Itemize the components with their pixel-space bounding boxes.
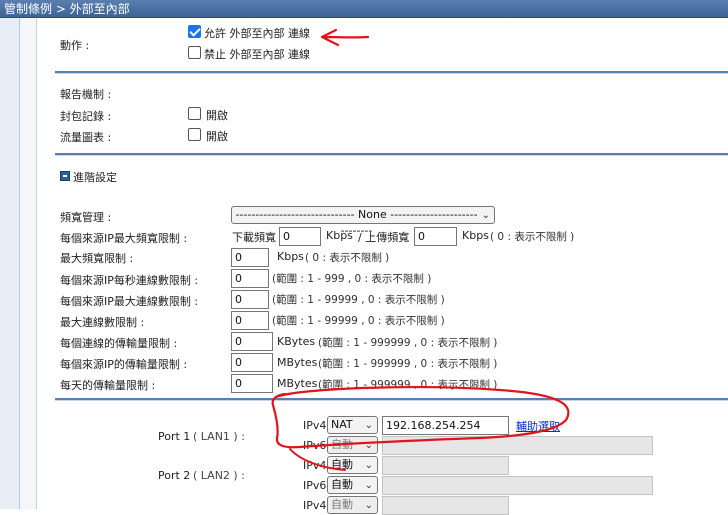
per-ip-transfer-input[interactable]: 0 [231,353,273,372]
per-ip-max-conn-label: 每個來源IP最大連線數限制 : [60,295,199,308]
chevron-down-icon: ⌄ [364,500,373,511]
upload-label: / 上傳頻寬 [358,231,410,244]
per-ip-transfer-unit: MBytes [277,356,318,369]
bandwidth-select[interactable]: ------------------------------ None ----… [231,206,495,237]
chevron-down-icon: ⌄ [364,440,373,451]
breadcrumb: 管制條例 > 外部至內部 [0,0,728,18]
port1-ipv4-label: IPv4 [303,419,327,432]
per-conn-transfer-label: 每個連線的傳輸量限制 : [60,337,178,350]
port3-ipv4-label: IPv4 [303,499,327,512]
assist-select-link[interactable]: 輔助選取 [516,418,560,434]
upload-input[interactable]: 0 [414,227,457,246]
port1-ipv4-input[interactable]: 192.168.254.254 [382,416,509,435]
packet-log-checkbox[interactable] [188,107,201,120]
chevron-down-icon: ⌄ [364,460,373,471]
deny-label[interactable]: 禁止 外部至內部 連線 [204,46,310,62]
port1-label: Port 1 [158,430,191,443]
chevron-down-icon: ⌄ [364,420,373,431]
advanced-title[interactable]: 進階設定 [73,169,117,185]
allow-checkbox[interactable] [188,25,201,38]
conn-rate-hint: (範圍 : 1 - 999 , 0 : 表示不限制 ) [272,273,432,285]
section-divider [55,398,728,401]
per-conn-transfer-unit: KBytes [277,335,316,348]
port3-ipv4-input[interactable] [382,496,509,515]
deny-checkbox[interactable] [188,46,201,59]
upload-unit: Kbps [462,229,489,242]
port1-ipv4-mode: NAT [331,418,353,431]
max-conn-label: 最大連線數限制 : [60,316,145,329]
daily-transfer-label: 每天的傳輸量限制 : [60,379,156,392]
max-conn-hint: (範圍 : 1 - 99999 , 0 : 表示不限制 ) [272,315,445,327]
packet-log-label: 封包記錄 : [60,110,112,123]
download-label: 下載頻寬 [232,231,276,244]
per-ip-max-conn-input[interactable]: 0 [231,290,269,309]
traffic-chart-checkbox[interactable] [188,128,201,141]
port1-ipv6-label: IPv6 [303,439,327,452]
port2-ipv6-mode-select[interactable]: 自動 ⌄ [327,476,378,494]
port3-ipv4-mode-select[interactable]: 自動 ⌄ [327,496,378,514]
port2-ipv6-mode: 自動 [331,478,353,491]
chevron-down-icon: ⌄ [481,210,490,221]
download-unit: Kbps [326,229,353,242]
port1-ipv6-input[interactable] [382,436,653,455]
port2-ipv4-input[interactable] [382,456,509,475]
max-conn-input[interactable]: 0 [231,311,269,330]
port2-ipv4-label: IPv4 [303,459,327,472]
daily-transfer-hint: (範圍 : 1 - 999999 , 0 : 表示不限制 ) [318,379,498,391]
per-ip-transfer-hint: (範圍 : 1 - 999999 , 0 : 表示不限制 ) [318,358,498,370]
max-bw-input[interactable]: 0 [231,248,269,267]
port2-sub: ( LAN2 ) : [193,469,245,482]
bandwidth-label: 頻寬管理 : [60,211,112,224]
port1-sub: ( LAN1 ) : [193,430,245,443]
port1-ipv6-mode-select[interactable]: 自動 ⌄ [327,436,378,454]
left-frame [0,18,20,509]
daily-transfer-input[interactable]: 0 [231,374,273,393]
section-divider [55,71,728,74]
port2-ipv6-label: IPv6 [303,479,327,492]
conn-rate-input[interactable]: 0 [231,269,269,288]
daily-transfer-unit: MBytes [277,377,318,390]
download-input[interactable]: 0 [279,227,321,246]
section-divider [55,153,728,156]
action-label: 動作 : [60,39,90,52]
collapse-icon[interactable] [60,171,70,181]
max-bw-unit: Kbps [277,250,304,263]
allow-label[interactable]: 允許 外部至內部 連線 [204,25,310,41]
per-ip-max-bw-label: 每個來源IP最大頻寬限制 : [60,232,188,245]
port2-ipv4-mode-select[interactable]: 自動 ⌄ [327,456,378,474]
port1-ipv6-mode: 自動 [331,438,353,451]
port1-ipv4-mode-select[interactable]: NAT ⌄ [327,416,378,434]
max-bw-label: 最大頻寬限制 : [60,252,134,265]
per-ip-transfer-label: 每個來源IP的傳輸量限制 : [60,358,188,371]
max-bw-hint: ( 0 : 表示不限制 ) [305,252,390,264]
per-ip-max-bw-hint: ( 0 : 表示不限制 ) [490,231,575,243]
per-conn-transfer-input[interactable]: 0 [231,332,273,351]
report-title: 報告機制 : [60,88,112,101]
chevron-down-icon: ⌄ [364,480,373,491]
per-conn-transfer-hint: (範圍 : 1 - 999999 , 0 : 表示不限制 ) [318,337,498,349]
traffic-chart-option[interactable]: 開啟 [206,128,228,144]
port3-ipv4-mode: 自動 [331,498,353,511]
conn-rate-label: 每個來源IP每秒連線數限制 : [60,274,199,287]
port2-label: Port 2 [158,469,191,482]
port2-ipv6-input[interactable] [382,476,653,495]
per-ip-max-conn-hint: (範圍 : 1 - 99999 , 0 : 表示不限制 ) [272,294,445,306]
port2-ipv4-mode: 自動 [331,458,353,471]
packet-log-option[interactable]: 開啟 [206,107,228,123]
traffic-chart-label: 流量圖表 : [60,131,112,144]
